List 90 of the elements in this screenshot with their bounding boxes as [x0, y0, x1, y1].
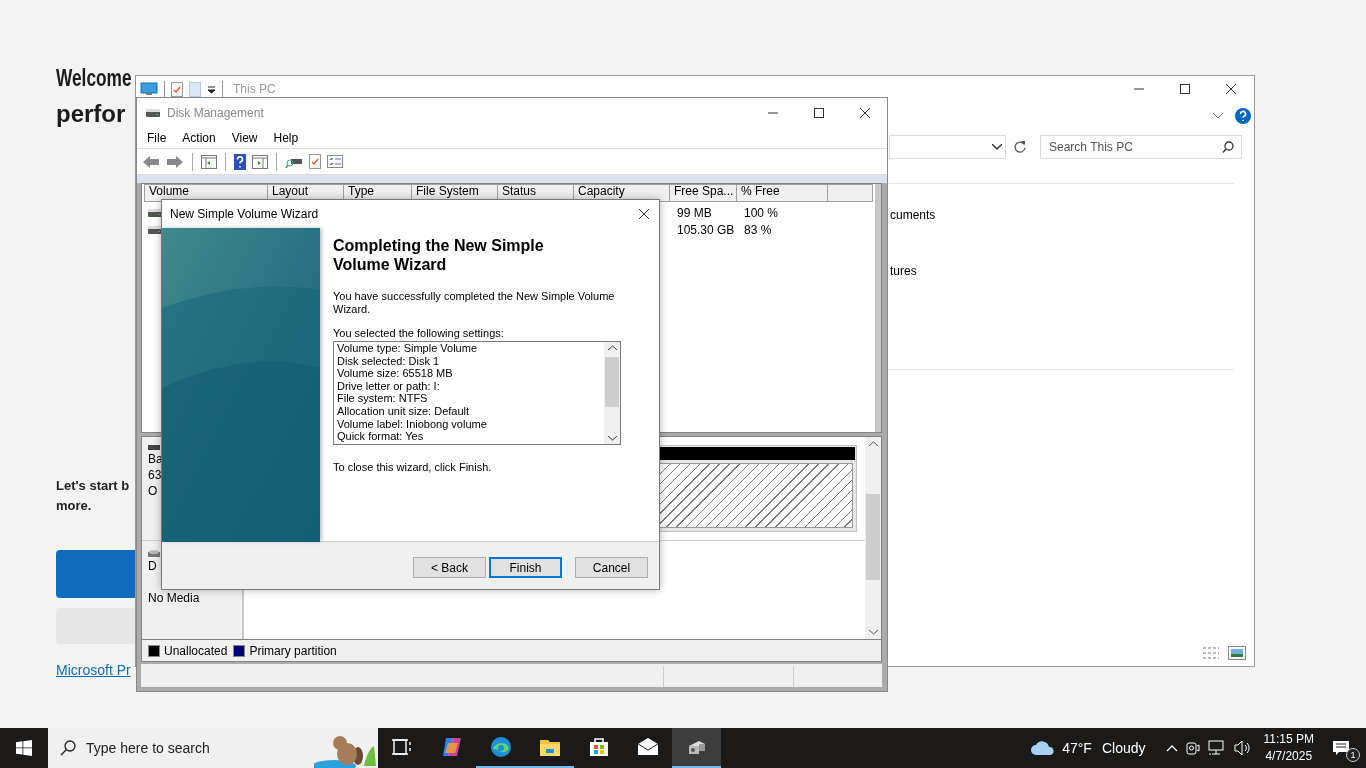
setting-text: Volume label: Iniobong volume [337, 417, 488, 431]
search-field[interactable]: Type here to search [48, 728, 378, 768]
search-icon[interactable] [60, 740, 76, 756]
link[interactable]: Microsoft Pr [56, 662, 131, 678]
setting-text: Drive letter or path: I: [337, 379, 441, 393]
menu-item[interactable]: Action [182, 131, 216, 145]
windows-logo-icon[interactable] [16, 740, 32, 756]
maximize-icon[interactable] [1180, 84, 1190, 94]
window-title: New Simple Volume Wizard [170, 207, 319, 221]
legend-label: Primary partition [249, 643, 337, 658]
disk-label: O [148, 483, 159, 499]
table-cell-text: 99 MB [676, 205, 713, 220]
notification-badge: 1 [1346, 748, 1360, 762]
scrollbar[interactable] [875, 184, 881, 432]
setting-text: Volume type: Simple Volume [337, 342, 479, 355]
menu-item[interactable]: Help [273, 131, 299, 145]
disk-label: No Media [148, 590, 201, 606]
menu-item[interactable]: File [147, 131, 167, 145]
volume-icon [147, 224, 163, 235]
legend-label: Unallocated [164, 643, 228, 658]
dropdown-icon[interactable] [207, 84, 216, 94]
setting-text: Quick format: Yes [337, 430, 425, 443]
forward-arrow-icon[interactable] [166, 154, 184, 169]
scroll-up-icon[interactable] [868, 441, 878, 446]
column-header[interactable]: Free Spa... [670, 184, 737, 202]
table-cell-text: 83 % [743, 222, 773, 237]
heading-text: Welcome [56, 63, 132, 93]
column-header[interactable]: Volume [144, 184, 268, 202]
setting-text: Volume size: 65518 MB [337, 367, 454, 380]
date-text: 4/7/2025 [1265, 748, 1313, 765]
search-icon[interactable] [1222, 141, 1234, 153]
chevron-up-icon[interactable] [1165, 744, 1178, 752]
dialog-button[interactable]: Cancel [575, 557, 648, 578]
pane-icon[interactable] [252, 154, 268, 169]
drive-icon [145, 108, 161, 118]
search-field[interactable]: Search This PC [1040, 135, 1242, 159]
menu-item[interactable]: View [231, 131, 258, 145]
window-title: This PC [233, 82, 276, 96]
wizard-heading: Completing the New Simple Volume Wizard [333, 236, 545, 274]
close-icon[interactable] [639, 209, 649, 219]
clock[interactable]: 11:15 PM 4/7/2025 [1263, 731, 1314, 765]
disk-label: 63 [148, 467, 163, 483]
notification-icon[interactable] [1332, 740, 1350, 756]
table-cell-text: 100 % [743, 205, 780, 220]
close-icon[interactable] [1226, 84, 1236, 94]
volume-icon [147, 207, 163, 218]
close-icon[interactable] [860, 108, 870, 118]
checklist-icon[interactable] [309, 154, 321, 169]
weather-text[interactable]: Cloudy [1101, 740, 1146, 756]
properties-icon[interactable] [327, 155, 343, 168]
table-cell-text: 105.30 GB [676, 222, 736, 237]
pane-icon[interactable] [201, 154, 217, 169]
thumbnail-view-icon[interactable] [1228, 646, 1246, 660]
network-icon[interactable] [1207, 740, 1226, 756]
intro-text: more. [56, 497, 92, 515]
heading-text: perfor [56, 99, 126, 129]
speaker-icon[interactable] [1233, 740, 1252, 756]
monitor-icon[interactable] [140, 82, 158, 96]
camera-icon[interactable] [1185, 740, 1200, 756]
disk-label: D [148, 558, 158, 574]
folder-label[interactable]: tures [890, 263, 917, 279]
chevron-down-icon[interactable] [992, 144, 1002, 150]
animal-drawing [314, 734, 378, 768]
settings-label: You selected the following settings: [333, 327, 505, 339]
browser-icon [488, 735, 513, 759]
dialog-button[interactable]: < Back [413, 557, 486, 578]
instruction-text: To close this wizard, click Finish. [333, 461, 493, 474]
scrollbar[interactable] [865, 437, 881, 639]
help-icon[interactable] [1235, 108, 1251, 124]
checklist-icon[interactable] [171, 81, 183, 97]
setting-text: File system: NTFS [337, 392, 429, 405]
help-icon[interactable] [234, 153, 246, 170]
setting-text: Allocation unit size: Default [337, 404, 471, 418]
column-header[interactable]: Capacity [574, 184, 670, 202]
intro-text: Let's start b [56, 477, 130, 495]
setting-text: Disk selected: Disk 1 [337, 354, 441, 368]
intro-text: You have successfully completed the New Simple Volume Wizard. [333, 290, 616, 316]
scrollbar[interactable] [604, 342, 620, 444]
scroll-down-icon[interactable] [607, 436, 617, 441]
dialog-button[interactable]: Finish [489, 557, 562, 578]
time-text: 11:15 PM [1263, 731, 1314, 748]
window-title: Disk Management [167, 106, 264, 120]
column-header[interactable]: % Free [737, 184, 828, 202]
header-filler [828, 184, 873, 202]
back-arrow-icon[interactable] [142, 154, 160, 169]
folder-label[interactable]: cuments [890, 207, 936, 223]
scroll-down-icon[interactable] [868, 630, 878, 635]
temperature-text[interactable]: 47°F [1062, 740, 1092, 756]
scroll-up-icon[interactable] [607, 345, 617, 350]
maximize-icon[interactable] [814, 108, 824, 118]
